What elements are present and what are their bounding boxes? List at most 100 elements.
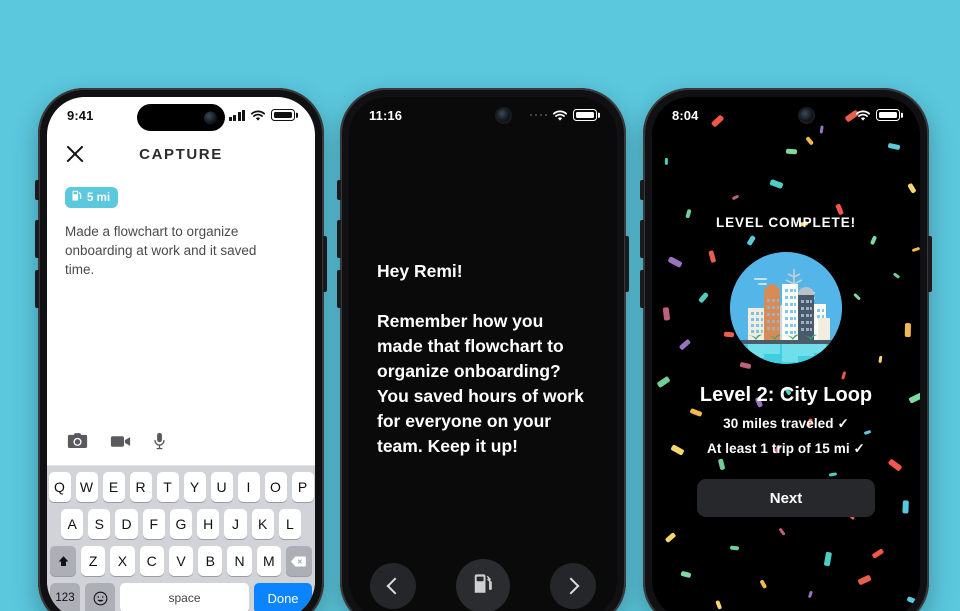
capture-screen: 9:41 CAPTURE 5 mi Made a flowchart to or…	[47, 97, 315, 611]
camera-icon[interactable]	[67, 432, 88, 455]
key-n[interactable]: N	[227, 546, 252, 576]
backspace-icon[interactable]	[285, 546, 312, 576]
key-q[interactable]: Q	[48, 472, 71, 502]
wifi-icon	[855, 109, 871, 121]
power-button[interactable]	[323, 236, 327, 292]
key-v[interactable]: V	[168, 546, 194, 576]
key-a[interactable]: A	[61, 509, 84, 539]
key-i[interactable]: I	[237, 472, 260, 502]
power-button[interactable]	[625, 236, 629, 292]
confetti-piece	[729, 545, 740, 551]
confetti-piece	[871, 548, 885, 560]
mute-switch[interactable]	[35, 180, 39, 200]
badge-label: 5 mi	[87, 191, 111, 204]
confetti-piece	[759, 579, 768, 590]
confetti-piece	[907, 182, 917, 194]
confetti-piece	[664, 157, 668, 165]
key-f[interactable]: F	[142, 509, 165, 539]
space-key[interactable]: space	[120, 583, 249, 611]
confetti-piece	[906, 596, 919, 606]
next-button[interactable]	[550, 563, 596, 609]
status-time: 9:41	[67, 107, 94, 123]
volume-down-button[interactable]	[35, 270, 39, 308]
key-j[interactable]: J	[224, 509, 247, 539]
status-bar: 8:04	[652, 97, 920, 133]
key-r[interactable]: R	[129, 472, 152, 502]
key-w[interactable]: W	[75, 472, 98, 502]
key-p[interactable]: P	[291, 472, 314, 502]
shift-icon[interactable]	[50, 546, 77, 576]
media-toolbar	[47, 424, 315, 466]
wifi-icon	[552, 109, 568, 121]
message-content: Hey Remi! Remember how you made that flo…	[349, 259, 617, 459]
battery-icon	[573, 109, 597, 121]
confetti-piece	[835, 202, 845, 216]
status-bar: 11:16	[349, 97, 617, 133]
fuel-button[interactable]	[456, 559, 510, 611]
keyboard-row-4: 123 space Done	[50, 583, 312, 611]
next-button[interactable]: Next	[697, 479, 875, 517]
capture-body: 5 mi Made a flowchart to organize onboar…	[47, 175, 315, 424]
navigation-bar	[349, 559, 617, 611]
level-complete-screen: 8:04 LEVEL COMPLETE! Level 2: City Loop …	[652, 97, 920, 611]
video-camera-icon[interactable]	[110, 434, 131, 454]
key-h[interactable]: H	[197, 509, 220, 539]
confetti-piece	[785, 148, 798, 155]
key-d[interactable]: D	[115, 509, 138, 539]
on-screen-keyboard[interactable]: Q W E R T Y U I O P A S D F G H J K L Z …	[47, 466, 315, 611]
capture-header: CAPTURE	[47, 133, 315, 175]
power-button[interactable]	[928, 236, 932, 292]
cellular-dots-icon	[529, 113, 547, 117]
phone-capture: 9:41 CAPTURE 5 mi Made a flowchart to or…	[35, 88, 327, 611]
level-complete-heading: LEVEL COMPLETE!	[715, 215, 856, 230]
keyboard-row-3: Z X C V B N M	[50, 546, 312, 576]
level-content: LEVEL COMPLETE! Level 2: City Loop 30 mi…	[652, 215, 920, 517]
key-y[interactable]: Y	[183, 472, 206, 502]
key-e[interactable]: E	[102, 472, 125, 502]
key-c[interactable]: C	[139, 546, 164, 576]
goal-item-2: At least 1 trip of 15 mi ✓	[707, 441, 865, 456]
confetti-piece	[804, 135, 815, 146]
confetti-piece	[778, 527, 786, 537]
page-title: CAPTURE	[139, 145, 223, 163]
mute-switch[interactable]	[337, 180, 341, 200]
volume-up-button[interactable]	[35, 220, 39, 258]
numbers-key[interactable]: 123	[50, 583, 80, 611]
wifi-icon	[250, 109, 266, 121]
key-g[interactable]: G	[169, 509, 193, 539]
volume-down-button[interactable]	[337, 270, 341, 308]
status-badge: 5 mi	[65, 187, 119, 208]
gas-pump-icon	[472, 573, 494, 600]
cellular-bars-icon	[228, 109, 245, 121]
phone-level: 8:04 LEVEL COMPLETE! Level 2: City Loop …	[640, 88, 932, 611]
front-camera-icon	[800, 109, 813, 122]
confetti-piece	[714, 600, 722, 611]
previous-button[interactable]	[370, 563, 416, 609]
key-m[interactable]: M	[256, 546, 281, 576]
volume-down-button[interactable]	[640, 270, 644, 308]
message-body: Remember how you made that flowchart to …	[377, 311, 584, 456]
confetti-piece	[665, 532, 677, 544]
confetti-piece	[732, 194, 740, 201]
volume-up-button[interactable]	[640, 220, 644, 258]
key-k[interactable]: K	[251, 509, 274, 539]
emoji-icon[interactable]	[85, 583, 115, 611]
key-z[interactable]: Z	[81, 546, 106, 576]
level-name: Level 2: City Loop	[699, 384, 873, 406]
done-key[interactable]: Done	[254, 583, 312, 611]
key-l[interactable]: L	[278, 509, 301, 539]
key-s[interactable]: S	[88, 509, 111, 539]
volume-up-button[interactable]	[337, 220, 341, 258]
key-t[interactable]: T	[156, 472, 179, 502]
key-o[interactable]: O	[264, 472, 287, 502]
mute-switch[interactable]	[640, 180, 644, 200]
gas-pump-icon	[71, 190, 83, 205]
key-b[interactable]: B	[198, 546, 223, 576]
battery-icon	[876, 109, 900, 121]
chevron-right-icon	[562, 577, 580, 595]
key-x[interactable]: X	[110, 546, 135, 576]
note-text[interactable]: Made a flowchart to organize onboarding …	[65, 222, 275, 279]
confetti-piece	[857, 574, 873, 586]
microphone-icon[interactable]	[153, 432, 166, 455]
key-u[interactable]: U	[210, 472, 233, 502]
